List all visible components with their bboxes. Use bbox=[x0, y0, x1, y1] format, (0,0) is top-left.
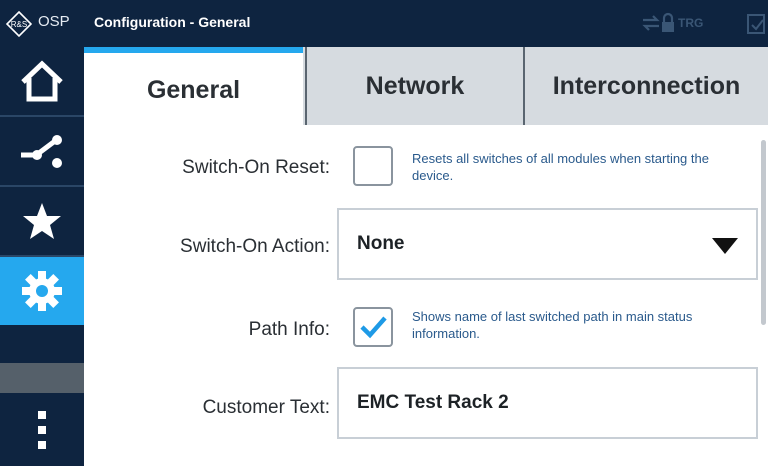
sidebar-spacer bbox=[0, 363, 84, 393]
path-info-description: Shows name of last switched path in main… bbox=[412, 309, 693, 341]
switch-on-action-value: None bbox=[357, 233, 405, 254]
customer-text-input[interactable]: EMC Test Rack 2 bbox=[337, 367, 758, 439]
tab-general[interactable]: General bbox=[84, 47, 303, 127]
home-icon bbox=[21, 60, 63, 102]
rs-logo-icon: R&S bbox=[6, 11, 32, 37]
check-window-icon[interactable] bbox=[746, 12, 768, 36]
dropdown-arrow-icon bbox=[712, 238, 738, 254]
sidebar-item-home[interactable] bbox=[0, 47, 84, 115]
customer-text-label: Customer Text: bbox=[202, 397, 330, 418]
tab-interconnection[interactable]: Interconnection bbox=[525, 47, 768, 127]
path-info-label: Path Info: bbox=[248, 319, 330, 340]
arrows-icon[interactable] bbox=[640, 12, 662, 34]
sidebar-item-favorites[interactable] bbox=[0, 187, 84, 255]
sidebar-item-more[interactable] bbox=[0, 393, 84, 466]
star-icon bbox=[23, 203, 61, 239]
gear-icon bbox=[22, 271, 62, 311]
title-bar: R&S OSP Configuration - General TRG bbox=[0, 0, 768, 47]
path-switch-icon bbox=[21, 135, 62, 168]
app-name: OSP bbox=[38, 13, 70, 30]
tab-network[interactable]: Network bbox=[305, 47, 525, 127]
general-settings-panel: Switch-On Reset: Resets all switches of … bbox=[84, 125, 768, 466]
trg-label: TRG bbox=[678, 16, 704, 30]
switch-on-reset-checkbox[interactable] bbox=[353, 146, 393, 186]
switch-on-reset-label: Switch-On Reset: bbox=[182, 157, 330, 178]
switch-on-action-dropdown[interactable]: None bbox=[337, 208, 758, 280]
tab-bar: General Network Interconnection bbox=[84, 47, 768, 127]
checkmark-icon bbox=[360, 316, 387, 339]
scrollbar[interactable] bbox=[761, 140, 766, 325]
more-vertical-icon bbox=[38, 410, 46, 449]
sidebar-item-paths[interactable] bbox=[0, 117, 84, 185]
sidebar-item-settings[interactable] bbox=[0, 257, 84, 325]
sidebar bbox=[0, 47, 84, 466]
window-title: Configuration - General bbox=[94, 14, 251, 30]
customer-text-value: EMC Test Rack 2 bbox=[357, 392, 509, 413]
path-info-checkbox[interactable] bbox=[353, 307, 393, 347]
lock-icon[interactable] bbox=[660, 12, 676, 34]
logo-text: R&S bbox=[11, 20, 27, 29]
switch-on-reset-description: Resets all switches of all modules when … bbox=[412, 151, 709, 183]
switch-on-action-label: Switch-On Action: bbox=[180, 236, 330, 257]
